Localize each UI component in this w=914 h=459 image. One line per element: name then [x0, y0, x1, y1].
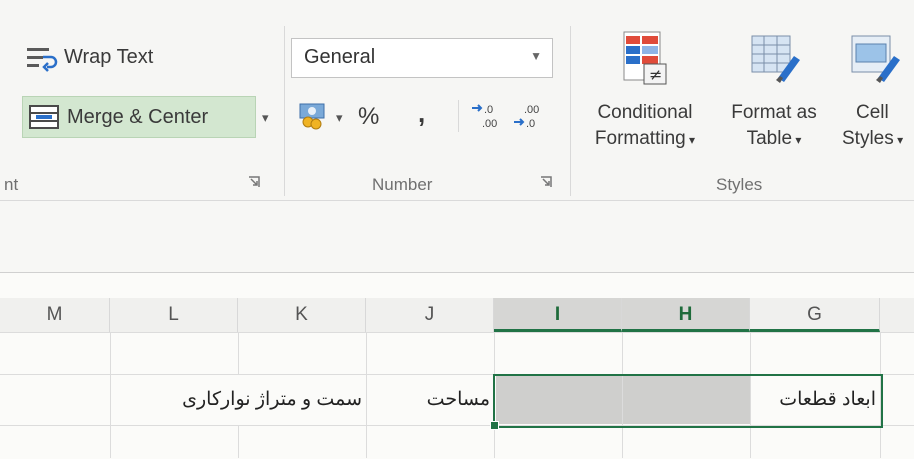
format-as-table-icon	[751, 35, 800, 83]
format-as-table-line1: Format as	[731, 102, 817, 123]
number-group-label: Number	[372, 175, 433, 194]
cell-styles-line1: Cell	[856, 102, 889, 123]
comma-style-button[interactable]: ,	[418, 98, 425, 129]
alignment-group-label: nt	[4, 175, 19, 194]
fill-handle[interactable]	[490, 421, 499, 430]
merge-center-button[interactable]: Merge & Center	[22, 96, 256, 138]
increase-decimal-icon[interactable]: .0 .00	[470, 102, 504, 130]
cell-kl-label[interactable]: سمت و متراژ نوارکاری	[112, 388, 362, 411]
cell-g-label[interactable]: ابعاد قطعات	[754, 388, 876, 411]
accounting-format-icon[interactable]	[298, 100, 332, 130]
column-divider	[110, 332, 111, 458]
chevron-down-icon: ▾	[792, 133, 802, 147]
svg-text:.0: .0	[484, 104, 493, 116]
chevron-down-icon: ▾	[893, 133, 904, 147]
merge-center-label: Merge & Center	[67, 106, 209, 128]
conditional-formatting-line1: Conditional	[597, 102, 693, 123]
number-format-dropdown[interactable]: General ▼	[291, 38, 553, 78]
column-header-h[interactable]: H	[622, 298, 750, 332]
column-header-g[interactable]: G	[750, 298, 880, 332]
cell-styles-button[interactable]: Cell Styles ▾	[834, 26, 914, 186]
styles-group-label: Styles	[716, 175, 763, 194]
number-dialog-launcher-icon[interactable]	[540, 176, 552, 188]
wrap-text-label: Wrap Text	[64, 46, 154, 68]
svg-text:.00: .00	[482, 118, 497, 130]
accounting-dropdown-arrow[interactable]: ▾	[336, 110, 343, 126]
chevron-down-icon: ▼	[530, 49, 542, 63]
chevron-down-icon: ▾	[685, 133, 696, 147]
cell-styles-line2: Styles	[842, 128, 894, 149]
wrap-text-icon	[27, 48, 58, 72]
column-divider	[238, 425, 239, 458]
format-as-table-line2: Table	[746, 128, 793, 149]
format-as-table-button[interactable]: Format as Table ▾	[714, 26, 834, 186]
cell-styles-icon	[851, 35, 900, 83]
wrap-text-button[interactable]: Wrap Text	[22, 38, 222, 78]
number-button-separator	[458, 100, 459, 132]
column-header-j[interactable]: J	[366, 298, 494, 332]
conditional-formatting-button[interactable]: ≠ Conditional Formatting ▾	[576, 26, 714, 186]
column-header-m[interactable]: M	[0, 298, 110, 332]
column-header-i[interactable]: I	[494, 298, 622, 332]
formula-bar-area[interactable]	[0, 200, 914, 273]
svg-text:≠: ≠	[649, 65, 662, 84]
ribbon-separator	[284, 26, 285, 196]
row-divider	[0, 332, 914, 333]
conditional-formatting-icon: ≠	[623, 31, 667, 85]
column-header-l[interactable]: L	[110, 298, 238, 332]
percent-style-button[interactable]: %	[358, 103, 379, 131]
column-header-k[interactable]: K	[238, 298, 366, 332]
column-divider	[366, 332, 367, 458]
alignment-dialog-launcher-icon[interactable]	[248, 176, 260, 188]
merge-dropdown-arrow[interactable]: ▾	[262, 110, 269, 126]
svg-text:.00: .00	[524, 104, 539, 116]
decrease-decimal-icon[interactable]: .00 .0	[512, 102, 546, 130]
ribbon-separator	[570, 26, 571, 196]
conditional-formatting-line2: Formatting	[594, 128, 686, 149]
number-format-value: General	[304, 46, 376, 68]
column-divider	[238, 332, 239, 374]
svg-text:.0: .0	[526, 118, 535, 130]
merge-center-icon	[29, 105, 59, 129]
cell-j-label[interactable]: مساحت	[368, 388, 490, 411]
ribbon: Wrap Text Merge & Center ▾ nt General ▼ …	[0, 0, 914, 200]
column-header-partial[interactable]	[880, 298, 914, 332]
